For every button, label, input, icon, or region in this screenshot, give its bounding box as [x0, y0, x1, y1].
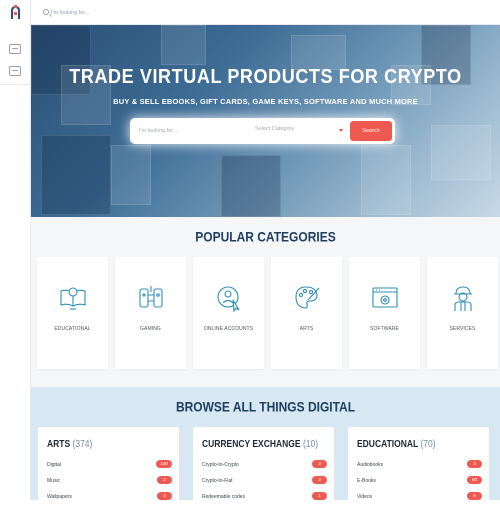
list-item[interactable]: Wallpapers 4 — [47, 492, 172, 503]
count-badge: 6 — [467, 492, 482, 500]
list-item[interactable]: Redeemable codes 1 — [202, 492, 327, 503]
category-cards: EDUCATIONAL GAMING ONLINE ACCOUNTS ARTS … — [37, 257, 500, 369]
category-select[interactable]: Select Category — [255, 126, 345, 136]
item-label: Digital — [47, 462, 61, 468]
group-count: (374) — [72, 438, 93, 450]
browse-group-arts: ARTS (374) Digital 160 Music 2 Wallpaper… — [38, 427, 179, 507]
group-heading[interactable]: EDUCATIONAL (70) — [357, 438, 436, 450]
list-item[interactable]: Audiobooks 3 — [357, 460, 482, 471]
top-bar — [31, 0, 500, 25]
item-label: Redeemable codes — [202, 494, 246, 500]
item-label: Crypto-to-Crypto — [202, 462, 239, 468]
category-label: ONLINE ACCOUNTS — [203, 326, 254, 332]
inbox-icon[interactable] — [9, 44, 21, 54]
browse-group-educational: EDUCATIONAL (70) Audiobooks 3 E-Books 60… — [348, 427, 489, 507]
list-item[interactable]: Digital 160 — [47, 460, 172, 471]
hero-search-input[interactable] — [139, 126, 239, 136]
popular-categories-section: POPULAR CATEGORIES EDUCATIONAL GAMING ON… — [31, 217, 500, 387]
category-label: SOFTWARE — [370, 326, 399, 332]
popular-categories-title: POPULAR CATEGORIES — [195, 228, 336, 246]
browse-group-currency-exchange: CURRENCY EXCHANGE (10) Crypto-to-Crypto … — [193, 427, 334, 507]
education-icon — [60, 287, 86, 310]
list-item[interactable]: Music 2 — [47, 476, 172, 487]
category-card-arts[interactable]: ARTS — [271, 257, 342, 369]
services-icon — [454, 286, 472, 311]
list-item[interactable]: Crypto-to-Fiat 3 — [202, 476, 327, 487]
item-label: Videos — [357, 494, 373, 500]
count-badge: 1 — [312, 492, 327, 500]
arts-icon — [295, 286, 320, 309]
search-button[interactable]: Search — [350, 121, 392, 141]
category-card-gaming[interactable]: GAMING — [115, 257, 186, 369]
list-item[interactable]: Videos 6 — [357, 492, 482, 503]
search-icon — [43, 9, 49, 15]
group-name: EDUCATIONAL — [357, 438, 419, 450]
category-label: SERVICES — [449, 326, 476, 332]
online-accounts-icon — [217, 286, 240, 313]
group-count: (70) — [420, 438, 436, 450]
hero-search-bar: Select Category Search — [130, 118, 395, 144]
count-badge: 60 — [467, 476, 482, 484]
group-count: (10) — [302, 438, 319, 450]
gaming-icon — [139, 286, 163, 308]
item-label: Music — [47, 478, 61, 484]
hero-title: TRADE VIRTUAL PRODUCTS FOR CRYPTO — [69, 64, 462, 88]
document-icon[interactable] — [9, 66, 21, 76]
group-heading[interactable]: ARTS (374) — [47, 438, 92, 450]
category-label: GAMING — [140, 326, 161, 332]
browse-section: BROWSE ALL THINGS DIGITAL ARTS (374) Dig… — [31, 387, 500, 507]
item-label: Audiobooks — [357, 462, 384, 468]
group-name: CURRENCY EXCHANGE — [202, 438, 301, 450]
hero-banner: TRADE VIRTUAL PRODUCTS FOR CRYPTO BUY & … — [31, 25, 500, 217]
logo-icon[interactable] — [9, 5, 22, 20]
category-label: ARTS — [299, 326, 314, 332]
sidebar-divider — [0, 84, 31, 85]
list-item[interactable]: E-Books 60 — [357, 476, 482, 487]
count-badge: 3 — [312, 460, 327, 468]
item-label: Crypto-to-Fiat — [202, 478, 233, 484]
browse-title: BROWSE ALL THINGS DIGITAL — [175, 398, 356, 416]
item-label: E-Books — [357, 478, 376, 484]
top-search-input[interactable] — [51, 7, 251, 19]
sidebar — [0, 0, 31, 500]
software-icon — [372, 287, 398, 308]
hero-subtitle: BUY & SELL EBOOKS, GIFT CARDS, GAME KEYS… — [113, 97, 418, 106]
count-badge: 160 — [156, 460, 172, 468]
category-label: EDUCATIONAL — [54, 326, 91, 332]
count-badge: 3 — [467, 460, 482, 468]
group-heading[interactable]: CURRENCY EXCHANGE (10) — [202, 438, 318, 450]
chevron-down-icon[interactable] — [339, 129, 343, 132]
list-item[interactable]: Crypto-to-Crypto 3 — [202, 460, 327, 471]
category-card-educational[interactable]: EDUCATIONAL — [37, 257, 108, 369]
count-badge: 2 — [157, 476, 172, 484]
category-card-services[interactable]: SERVICES — [427, 257, 498, 369]
category-card-software[interactable]: SOFTWARE — [349, 257, 420, 369]
count-badge: 4 — [157, 492, 172, 500]
item-label: Wallpapers — [47, 494, 72, 500]
count-badge: 3 — [312, 476, 327, 484]
group-name: ARTS — [47, 438, 71, 450]
category-card-online-accounts[interactable]: ONLINE ACCOUNTS — [193, 257, 264, 369]
